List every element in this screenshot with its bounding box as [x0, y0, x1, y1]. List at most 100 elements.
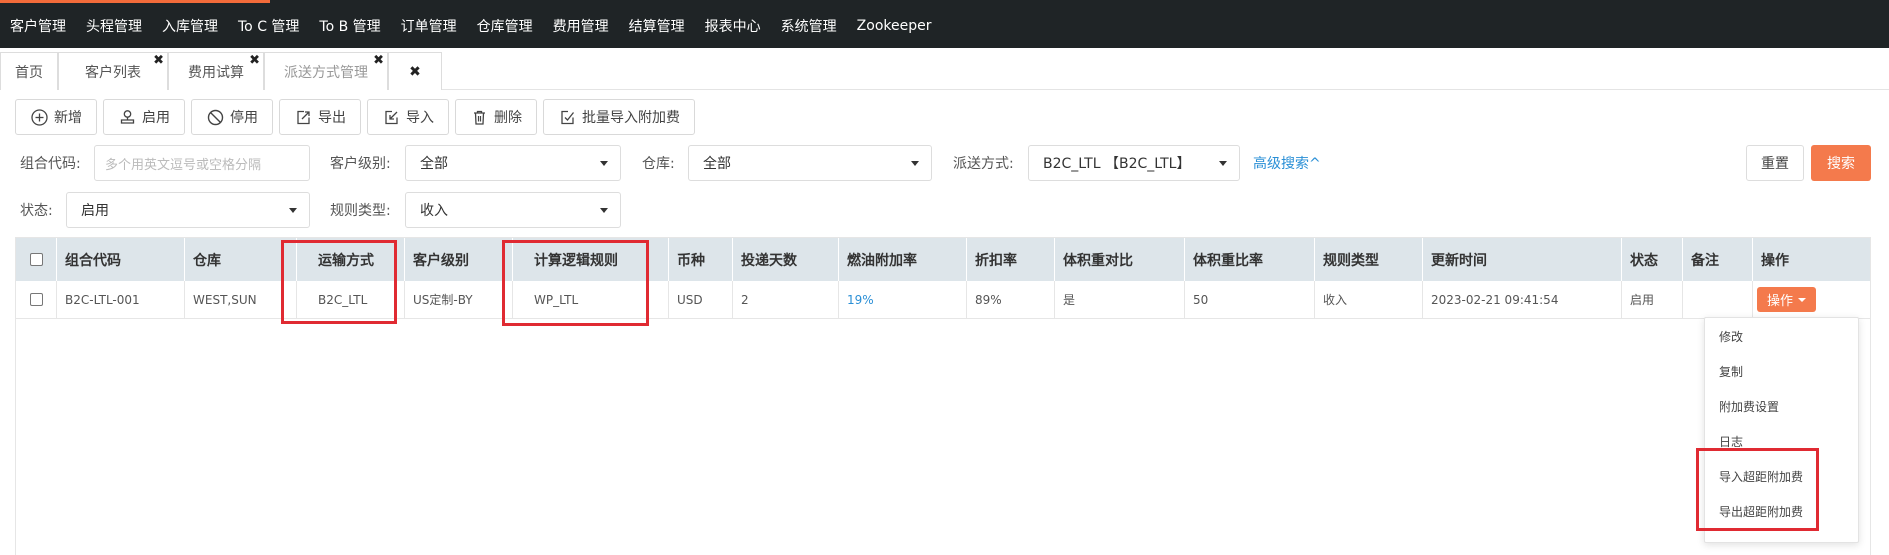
batch-import-surcharge-label: 批量导入附加费 — [582, 110, 680, 126]
table-header: 组合代码 仓库 运输方式 客户级别 计算逻辑规则 币种 投递天数 燃油附加率 折… — [16, 238, 1870, 281]
disable-button[interactable]: 停用 — [191, 99, 273, 135]
close-all-icon: ✖ — [409, 63, 421, 80]
tab-home[interactable]: 首页 — [0, 52, 58, 90]
search-button[interactable]: 搜索 — [1811, 145, 1871, 181]
menu-item-import-over-distance-surcharge[interactable]: 导入超距附加费 — [1705, 459, 1858, 494]
nav-item-toc[interactable]: To C 管理 — [228, 16, 309, 36]
edit-check-icon — [558, 108, 576, 126]
caret-down-icon — [1798, 297, 1807, 302]
close-icon[interactable]: ✖ — [373, 54, 384, 67]
batch-import-surcharge-button[interactable]: 批量导入附加费 — [543, 99, 695, 135]
delete-button[interactable]: 删除 — [455, 99, 537, 135]
warehouse-select[interactable]: 全部 — [688, 145, 932, 181]
customer-level-value: 全部 — [420, 156, 448, 172]
status-label: 状态: — [20, 203, 53, 219]
cell-delivery-days: 2 — [732, 281, 838, 318]
combo-code-input[interactable]: 多个用英文逗号或空格分隔 — [94, 145, 310, 181]
delete-button-label: 删除 — [494, 110, 522, 126]
warehouse-label: 仓库: — [642, 156, 675, 172]
add-button[interactable]: 新增 — [15, 99, 97, 135]
header-transport-method[interactable]: 运输方式 — [296, 238, 404, 281]
rule-type-select[interactable]: 收入 — [405, 192, 621, 228]
nav-item-system[interactable]: 系统管理 — [771, 16, 847, 36]
row-checkbox[interactable] — [29, 293, 43, 306]
customer-level-select[interactable]: 全部 — [405, 145, 621, 181]
header-customer-level[interactable]: 客户级别 — [404, 238, 512, 281]
select-all-cell — [16, 238, 56, 281]
header-combo-code[interactable]: 组合代码 — [56, 238, 184, 281]
nav-item-inbound[interactable]: 入库管理 — [152, 16, 228, 36]
header-volume-compare[interactable]: 体积重对比 — [1054, 238, 1184, 281]
tab-customer-list[interactable]: 客户列表 ✖ — [58, 52, 168, 90]
caret-down-icon — [1219, 161, 1227, 166]
header-calc-rule[interactable]: 计算逻辑规则 — [512, 238, 668, 281]
nav-item-reports[interactable]: 报表中心 — [695, 16, 771, 36]
cell-status: 启用 — [1621, 281, 1682, 318]
tab-fee-trial[interactable]: 费用试算 ✖ — [168, 52, 264, 90]
menu-item-export-over-distance-surcharge[interactable]: 导出超距附加费 — [1705, 494, 1858, 529]
import-button[interactable]: 导入 — [367, 99, 449, 135]
header-delivery-days[interactable]: 投递天数 — [732, 238, 838, 281]
nav-item-fee[interactable]: 费用管理 — [543, 16, 619, 36]
delivery-method-value: B2C_LTL 【B2C_LTL】 — [1043, 156, 1191, 172]
nav-item-tob[interactable]: To B 管理 — [309, 16, 390, 36]
enable-button-label: 启用 — [142, 110, 170, 126]
row-select-cell — [16, 281, 56, 318]
caret-down-icon — [600, 208, 608, 213]
cell-currency: USD — [668, 281, 732, 318]
header-fuel-surcharge[interactable]: 燃油附加率 — [838, 238, 966, 281]
header-remark[interactable]: 备注 — [1682, 238, 1752, 281]
header-warehouse[interactable]: 仓库 — [184, 238, 296, 281]
tab-bar: 首页 客户列表 ✖ 费用试算 ✖ 派送方式管理 ✖ ✖ — [0, 48, 1889, 90]
menu-item-surcharge-settings[interactable]: 附加费设置 — [1705, 389, 1858, 424]
cell-remark — [1682, 281, 1752, 318]
close-all-tabs-button[interactable]: ✖ — [388, 52, 442, 90]
header-actions: 操作 — [1752, 238, 1870, 281]
caret-down-icon — [911, 161, 919, 166]
nav-item-first-leg[interactable]: 头程管理 — [76, 16, 152, 36]
menu-item-copy[interactable]: 复制 — [1705, 354, 1858, 389]
cell-actions: 操作 — [1752, 281, 1870, 318]
close-icon[interactable]: ✖ — [249, 54, 260, 67]
header-rule-type[interactable]: 规则类型 — [1314, 238, 1422, 281]
header-currency[interactable]: 币种 — [668, 238, 732, 281]
reset-button[interactable]: 重置 — [1746, 145, 1804, 181]
enable-button[interactable]: 启用 — [103, 99, 185, 135]
menu-item-log[interactable]: 日志 — [1705, 424, 1858, 459]
nav-item-customer[interactable]: 客户管理 — [0, 16, 76, 36]
import-icon — [382, 108, 400, 126]
nav-item-settlement[interactable]: 结算管理 — [619, 16, 695, 36]
caret-down-icon — [600, 161, 608, 166]
status-value: 启用 — [81, 203, 109, 219]
actions-dropdown-button[interactable]: 操作 — [1757, 287, 1817, 312]
header-updated-time[interactable]: 更新时间 — [1422, 238, 1621, 281]
combo-code-label: 组合代码: — [20, 156, 81, 172]
customer-level-label: 客户级别: — [330, 156, 391, 172]
nav-item-warehouse[interactable]: 仓库管理 — [467, 16, 543, 36]
caret-down-icon — [289, 208, 297, 213]
cell-fuel-surcharge-link[interactable]: 19% — [838, 281, 966, 318]
delivery-method-select[interactable]: B2C_LTL 【B2C_LTL】 — [1028, 145, 1240, 181]
disable-button-label: 停用 — [230, 110, 258, 126]
tab-label: 费用试算 — [188, 64, 244, 81]
tab-label: 派送方式管理 — [284, 64, 368, 81]
nav-item-zookeeper[interactable]: Zookeeper — [847, 18, 942, 34]
close-icon[interactable]: ✖ — [153, 54, 164, 67]
table-row[interactable]: B2C-LTL-001 WEST,SUN B2C_LTL US定制-BY WP_… — [16, 281, 1870, 319]
advanced-search-link[interactable]: 高级搜索^ — [1253, 153, 1321, 173]
header-discount[interactable]: 折扣率 — [966, 238, 1054, 281]
export-button[interactable]: 导出 — [279, 99, 361, 135]
header-volume-ratio[interactable]: 体积重比率 — [1184, 238, 1314, 281]
cell-customer-level: US定制-BY — [404, 281, 512, 318]
status-select[interactable]: 启用 — [66, 192, 310, 228]
cell-discount: 89% — [966, 281, 1054, 318]
actions-dropdown-menu: 修改 复制 附加费设置 日志 导入超距附加费 导出超距附加费 — [1704, 317, 1859, 543]
nav-item-order[interactable]: 订单管理 — [391, 16, 467, 36]
select-all-checkbox[interactable] — [29, 253, 43, 266]
menu-item-edit[interactable]: 修改 — [1705, 319, 1858, 354]
export-icon — [294, 108, 312, 126]
cell-transport-method: B2C_LTL — [296, 281, 404, 318]
header-status[interactable]: 状态 — [1621, 238, 1682, 281]
tab-delivery-method[interactable]: 派送方式管理 ✖ — [264, 52, 388, 90]
cell-calc-rule: WP_LTL — [512, 281, 668, 318]
